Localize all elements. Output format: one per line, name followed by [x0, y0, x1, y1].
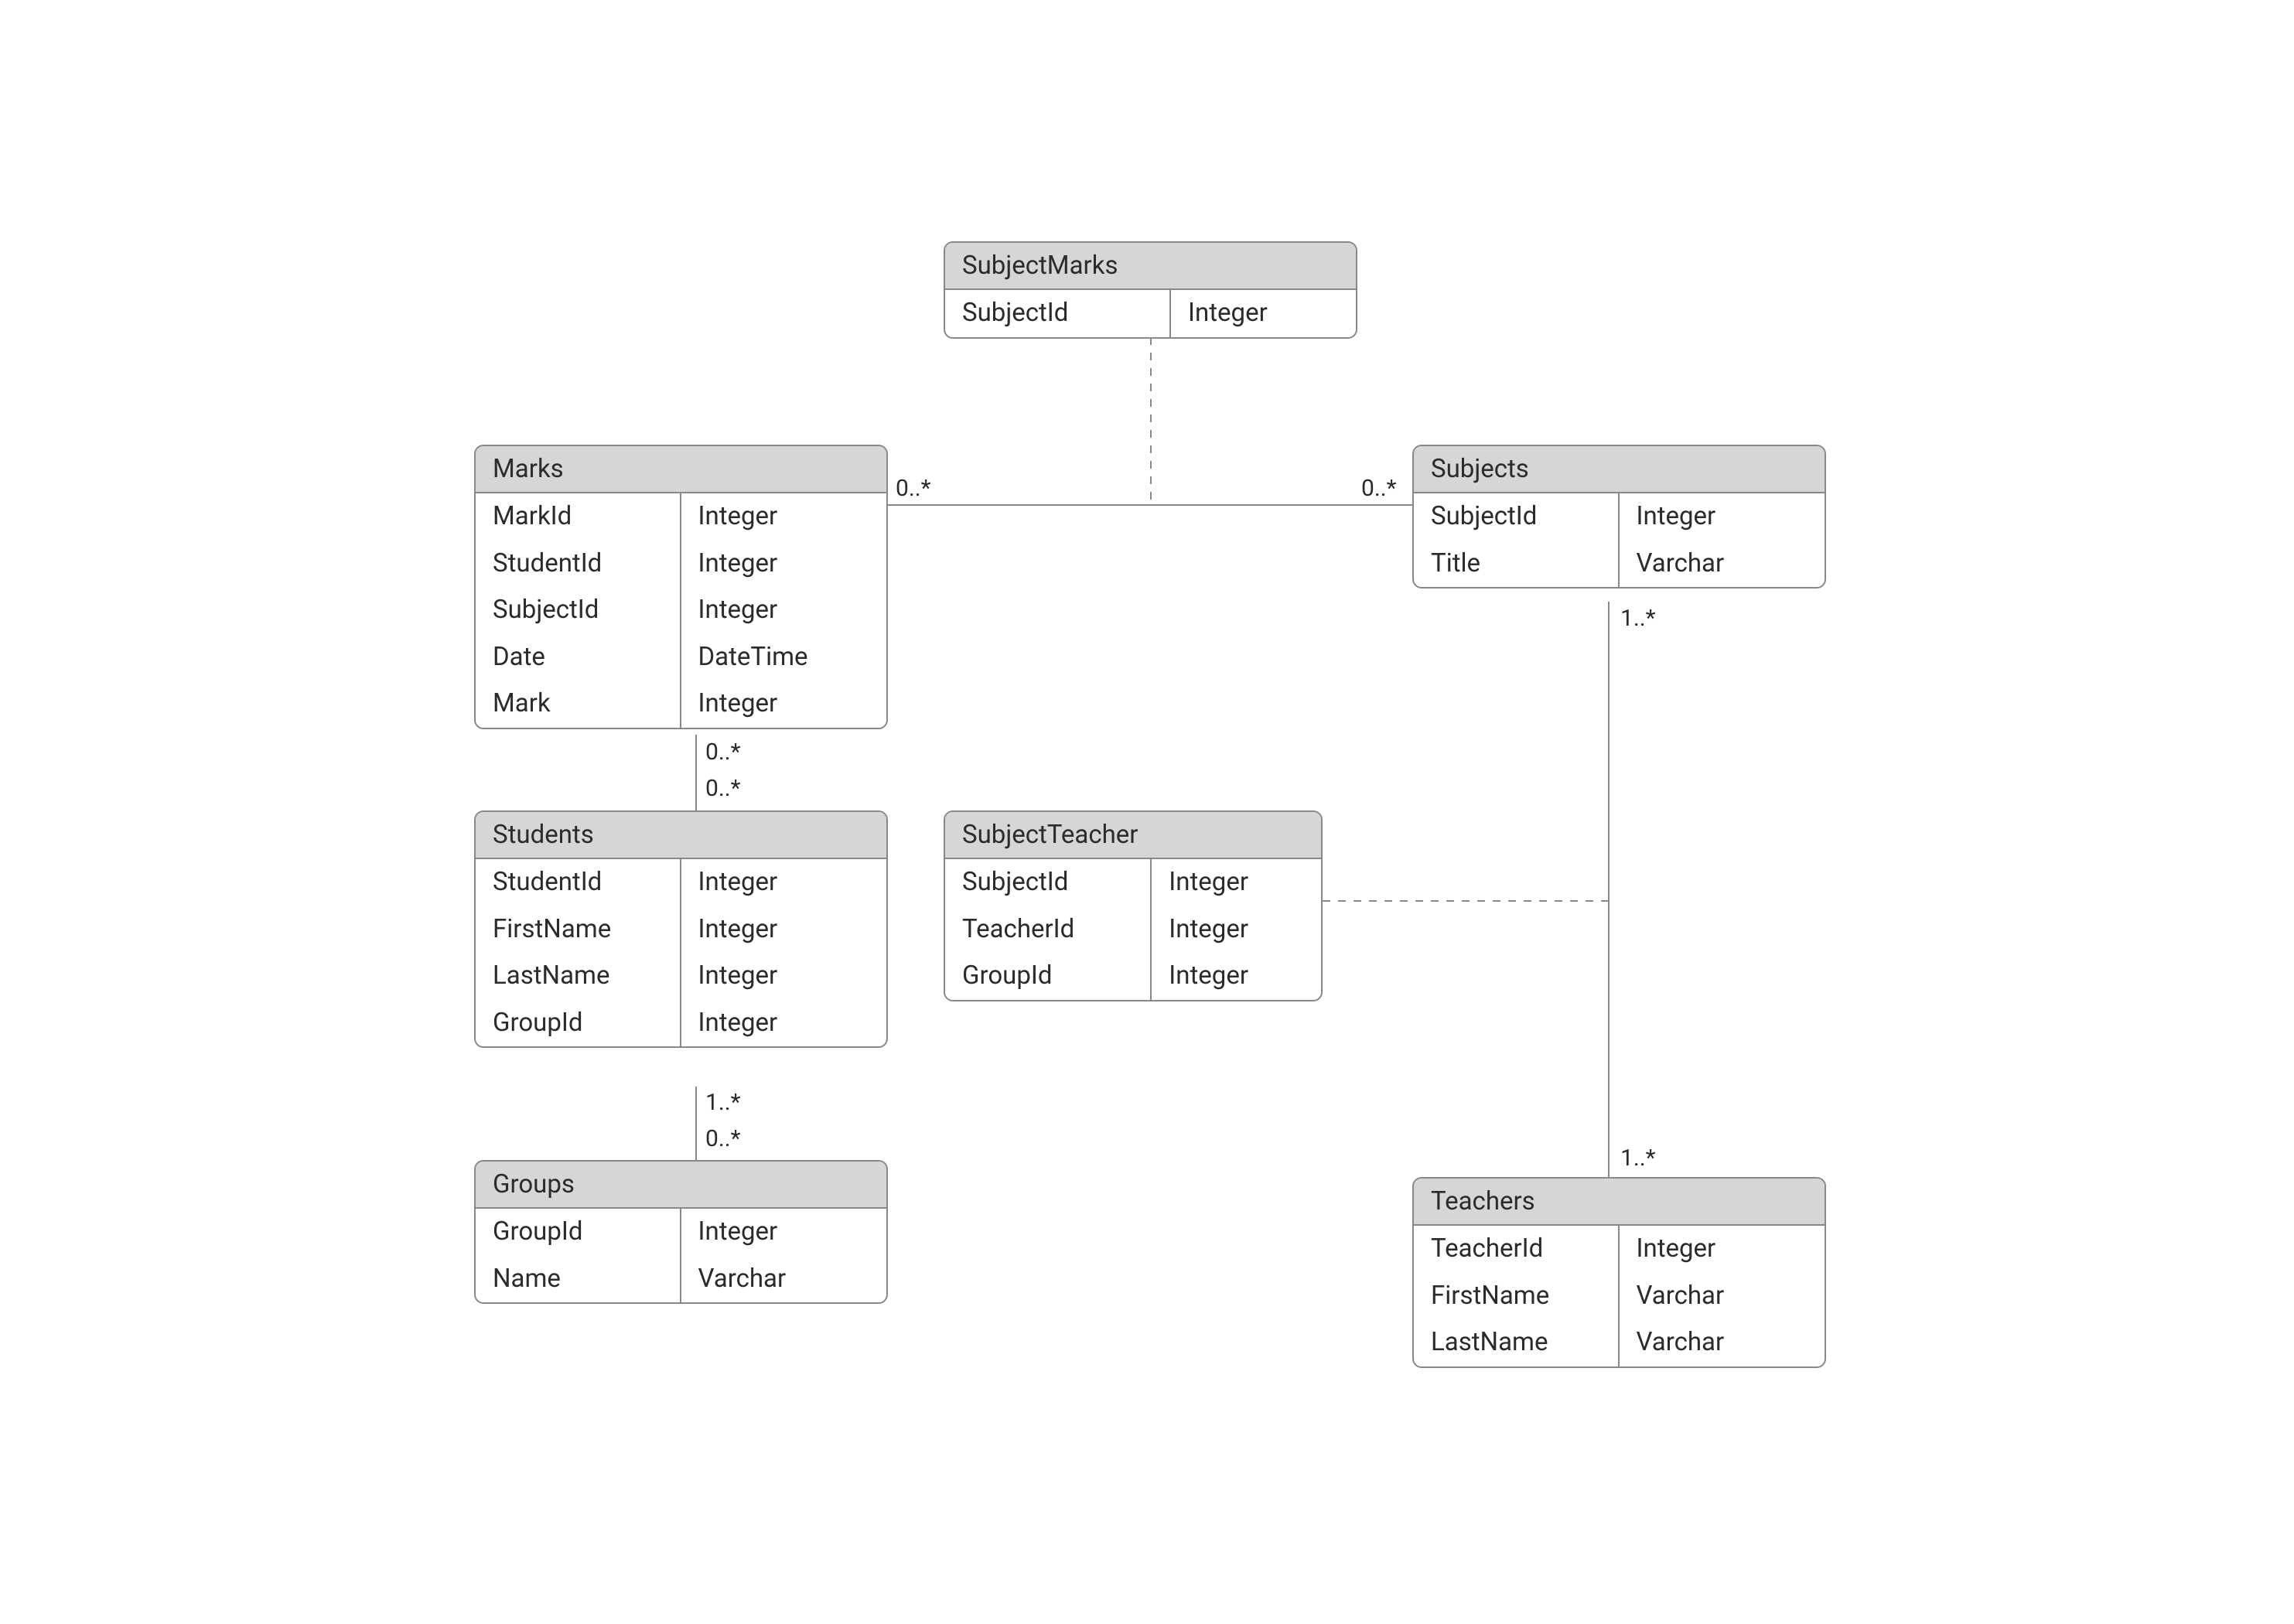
- entity-header: Marks: [476, 446, 886, 493]
- attr-name: Date: [476, 634, 681, 681]
- attr-name: TeacherId: [1414, 1226, 1620, 1273]
- entity-row: TeacherId Integer: [1414, 1226, 1825, 1273]
- attr-name: FirstName: [1414, 1273, 1620, 1320]
- entity-row: SubjectId Integer: [945, 290, 1356, 337]
- attr-name: SubjectId: [945, 290, 1171, 337]
- attr-type: Integer: [1152, 859, 1321, 906]
- attr-type: Integer: [681, 906, 887, 954]
- multiplicity-label: 0..*: [705, 739, 741, 766]
- attr-type: Integer: [1152, 953, 1321, 1000]
- attr-name: SubjectId: [1414, 493, 1620, 541]
- attr-type: Varchar: [1620, 1319, 1825, 1366]
- entity-row: TeacherId Integer: [945, 906, 1321, 954]
- attr-name: GroupId: [945, 953, 1152, 1000]
- entity-row: LastName Integer: [476, 953, 886, 1000]
- attr-name: GroupId: [476, 1000, 681, 1047]
- entity-header: Subjects: [1414, 446, 1825, 493]
- attr-type: Integer: [1171, 290, 1356, 337]
- entity-row: SubjectId Integer: [945, 859, 1321, 906]
- entity-row: Name Varchar: [476, 1256, 886, 1303]
- entity-row: FirstName Integer: [476, 906, 886, 954]
- entity-teachers: Teachers TeacherId Integer FirstName Var…: [1412, 1177, 1826, 1368]
- entity-header: SubjectMarks: [945, 243, 1356, 290]
- attr-type: Varchar: [1620, 1273, 1825, 1320]
- attr-name: SubjectId: [945, 859, 1152, 906]
- attr-type: Integer: [681, 541, 887, 588]
- attr-name: Mark: [476, 681, 681, 728]
- attr-type: Integer: [681, 1209, 887, 1256]
- entity-row: Date DateTime: [476, 634, 886, 681]
- entity-row: MarkId Integer: [476, 493, 886, 541]
- entity-groups: Groups GroupId Integer Name Varchar: [474, 1160, 888, 1304]
- attr-type: Integer: [681, 859, 887, 906]
- multiplicity-label: 0..*: [896, 475, 931, 502]
- attr-name: StudentId: [476, 541, 681, 588]
- attr-name: LastName: [476, 953, 681, 1000]
- attr-type: Integer: [1620, 493, 1825, 541]
- multiplicity-label: 1..*: [1620, 1145, 1656, 1172]
- entity-subjects: Subjects SubjectId Integer Title Varchar: [1412, 445, 1826, 589]
- entity-header: Groups: [476, 1162, 886, 1209]
- entity-marks: Marks MarkId Integer StudentId Integer S…: [474, 445, 888, 729]
- attr-type: Varchar: [1620, 541, 1825, 588]
- multiplicity-label: 1..*: [705, 1089, 741, 1116]
- entity-row: StudentId Integer: [476, 859, 886, 906]
- attr-type: DateTime: [681, 634, 887, 681]
- entity-row: GroupId Integer: [476, 1000, 886, 1047]
- attr-name: Name: [476, 1256, 681, 1303]
- multiplicity-label: 0..*: [705, 775, 741, 802]
- entity-header: Students: [476, 812, 886, 859]
- entity-row: FirstName Varchar: [1414, 1273, 1825, 1320]
- attr-name: LastName: [1414, 1319, 1620, 1366]
- attr-name: GroupId: [476, 1209, 681, 1256]
- attr-type: Integer: [681, 587, 887, 634]
- entity-subjectmarks: SubjectMarks SubjectId Integer: [944, 241, 1357, 339]
- entity-row: Title Varchar: [1414, 541, 1825, 588]
- diagram-canvas: SubjectMarks SubjectId Integer Marks Mar…: [0, 0, 2294, 1624]
- attr-type: Integer: [1620, 1226, 1825, 1273]
- attr-name: SubjectId: [476, 587, 681, 634]
- attr-name: TeacherId: [945, 906, 1152, 954]
- attr-name: MarkId: [476, 493, 681, 541]
- entity-row: StudentId Integer: [476, 541, 886, 588]
- attr-name: StudentId: [476, 859, 681, 906]
- entity-row: SubjectId Integer: [1414, 493, 1825, 541]
- entity-row: GroupId Integer: [476, 1209, 886, 1256]
- attr-name: Title: [1414, 541, 1620, 588]
- entity-subjectteacher: SubjectTeacher SubjectId Integer Teacher…: [944, 810, 1323, 1001]
- entity-header: Teachers: [1414, 1179, 1825, 1226]
- entity-students: Students StudentId Integer FirstName Int…: [474, 810, 888, 1048]
- attr-name: FirstName: [476, 906, 681, 954]
- multiplicity-label: 1..*: [1620, 605, 1656, 632]
- attr-type: Integer: [681, 953, 887, 1000]
- multiplicity-label: 0..*: [1361, 475, 1397, 502]
- entity-row: LastName Varchar: [1414, 1319, 1825, 1366]
- entity-row: Mark Integer: [476, 681, 886, 728]
- attr-type: Integer: [681, 681, 887, 728]
- attr-type: Varchar: [681, 1256, 887, 1303]
- attr-type: Integer: [681, 1000, 887, 1047]
- entity-row: GroupId Integer: [945, 953, 1321, 1000]
- multiplicity-label: 0..*: [705, 1125, 741, 1152]
- entity-row: SubjectId Integer: [476, 587, 886, 634]
- attr-type: Integer: [1152, 906, 1321, 954]
- attr-type: Integer: [681, 493, 887, 541]
- entity-header: SubjectTeacher: [945, 812, 1321, 859]
